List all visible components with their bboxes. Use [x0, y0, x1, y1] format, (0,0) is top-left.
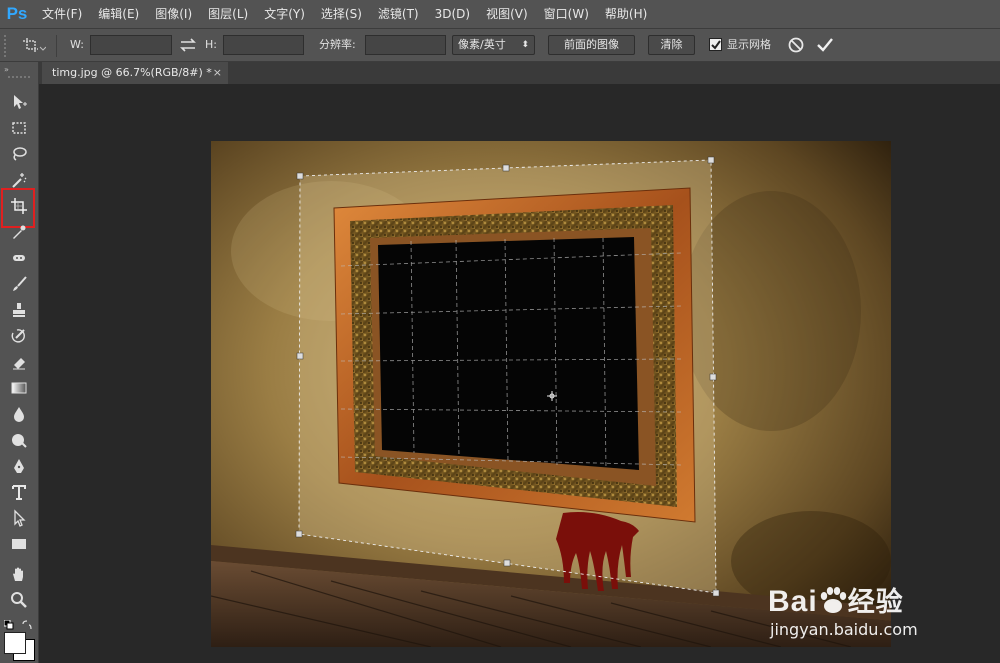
menu-bar: Ps 文件(F) 编辑(E) 图像(I) 图层(L) 文字(Y) 选择(S) 滤…: [0, 0, 1000, 28]
resolution-input[interactable]: [365, 35, 446, 55]
healing-brush-tool-icon[interactable]: [7, 247, 31, 269]
menu-filter[interactable]: 滤镜(T): [370, 0, 427, 28]
unit-select[interactable]: 像素/英寸 ⬍: [452, 35, 535, 55]
clear-button[interactable]: 清除: [648, 35, 695, 55]
foreground-color-swatch[interactable]: [4, 632, 26, 654]
document-tab[interactable]: timg.jpg @ 66.7%(RGB/8#) * ×: [42, 62, 228, 84]
menu-select[interactable]: 选择(S): [313, 0, 370, 28]
lasso-tool-icon[interactable]: [7, 143, 31, 165]
menu-file[interactable]: 文件(F): [34, 0, 90, 28]
options-bar: W: H: 分辨率: 像素/英寸 ⬍ 前面的图像 清除 显示网格: [0, 28, 1000, 62]
clone-stamp-tool-icon[interactable]: [7, 299, 31, 321]
app-logo: Ps: [6, 4, 28, 23]
show-grid-label: 显示网格: [727, 38, 771, 51]
menu-layer[interactable]: 图层(L): [200, 0, 256, 28]
eyedropper-tool-icon[interactable]: [7, 221, 31, 243]
baidu-watermark: Bai 经验 jingyan.baidu.com: [760, 580, 990, 650]
front-image-button[interactable]: 前面的图像: [548, 35, 635, 55]
swap-colors-icon[interactable]: [22, 615, 32, 630]
menu-3d[interactable]: 3D(D): [427, 0, 478, 28]
height-input[interactable]: [223, 35, 304, 55]
select-arrows-icon: ⬍: [521, 40, 529, 50]
menu-view[interactable]: 视图(V): [478, 0, 536, 28]
menu-image[interactable]: 图像(I): [147, 0, 200, 28]
watermark-brand: Bai 经验: [768, 580, 904, 619]
height-label: H:: [205, 38, 217, 51]
close-tab-icon[interactable]: ×: [213, 62, 222, 84]
document-tab-title: timg.jpg @ 66.7%(RGB/8#) *: [52, 66, 212, 79]
resolution-label: 分辨率:: [319, 38, 356, 51]
gradient-tool-icon[interactable]: [7, 377, 31, 399]
menu-help[interactable]: 帮助(H): [597, 0, 655, 28]
width-input[interactable]: [90, 35, 172, 55]
hand-tool-icon[interactable]: [7, 563, 31, 585]
watermark-brand-cn: 经验: [847, 587, 904, 618]
eraser-tool-icon[interactable]: [7, 351, 31, 373]
options-separator: [56, 35, 57, 57]
panel-grip[interactable]: [8, 76, 30, 80]
marquee-tool-icon[interactable]: [7, 117, 31, 139]
type-tool-icon[interactable]: [7, 481, 31, 503]
menu-type[interactable]: 文字(Y): [256, 0, 313, 28]
cancel-circle-icon[interactable]: [787, 35, 805, 55]
show-grid-checkbox[interactable]: [709, 38, 722, 51]
rectangle-tool-icon[interactable]: [7, 533, 31, 555]
pen-tool-icon[interactable]: [7, 455, 31, 477]
watermark-brand-latin: Bai: [768, 585, 818, 618]
path-selection-tool-icon[interactable]: [7, 507, 31, 529]
unit-select-value: 像素/英寸: [458, 38, 506, 51]
swap-arrows-icon[interactable]: [179, 35, 197, 55]
tools-panel: »: [0, 62, 39, 663]
menu-edit[interactable]: 编辑(E): [90, 0, 147, 28]
width-label: W:: [70, 38, 84, 51]
blur-tool-icon[interactable]: [7, 403, 31, 425]
crop-tool-icon[interactable]: [20, 35, 47, 55]
dodge-tool-icon[interactable]: [7, 429, 31, 451]
default-colors-icon[interactable]: [3, 615, 14, 630]
checkmark-icon[interactable]: [815, 35, 835, 55]
watermark-url: jingyan.baidu.com: [770, 620, 918, 639]
document-canvas[interactable]: [211, 141, 891, 647]
paw-logo-icon: [818, 585, 848, 615]
menu-window[interactable]: 窗口(W): [536, 0, 597, 28]
perspective-crop-tool-icon[interactable]: [7, 195, 31, 217]
brush-tool-icon[interactable]: [7, 273, 31, 295]
zoom-tool-icon[interactable]: [7, 589, 31, 611]
history-brush-tool-icon[interactable]: [7, 325, 31, 347]
options-bar-grip[interactable]: [4, 35, 10, 57]
collapse-panel-icon[interactable]: »: [4, 65, 9, 74]
move-tool-icon[interactable]: [7, 91, 31, 113]
